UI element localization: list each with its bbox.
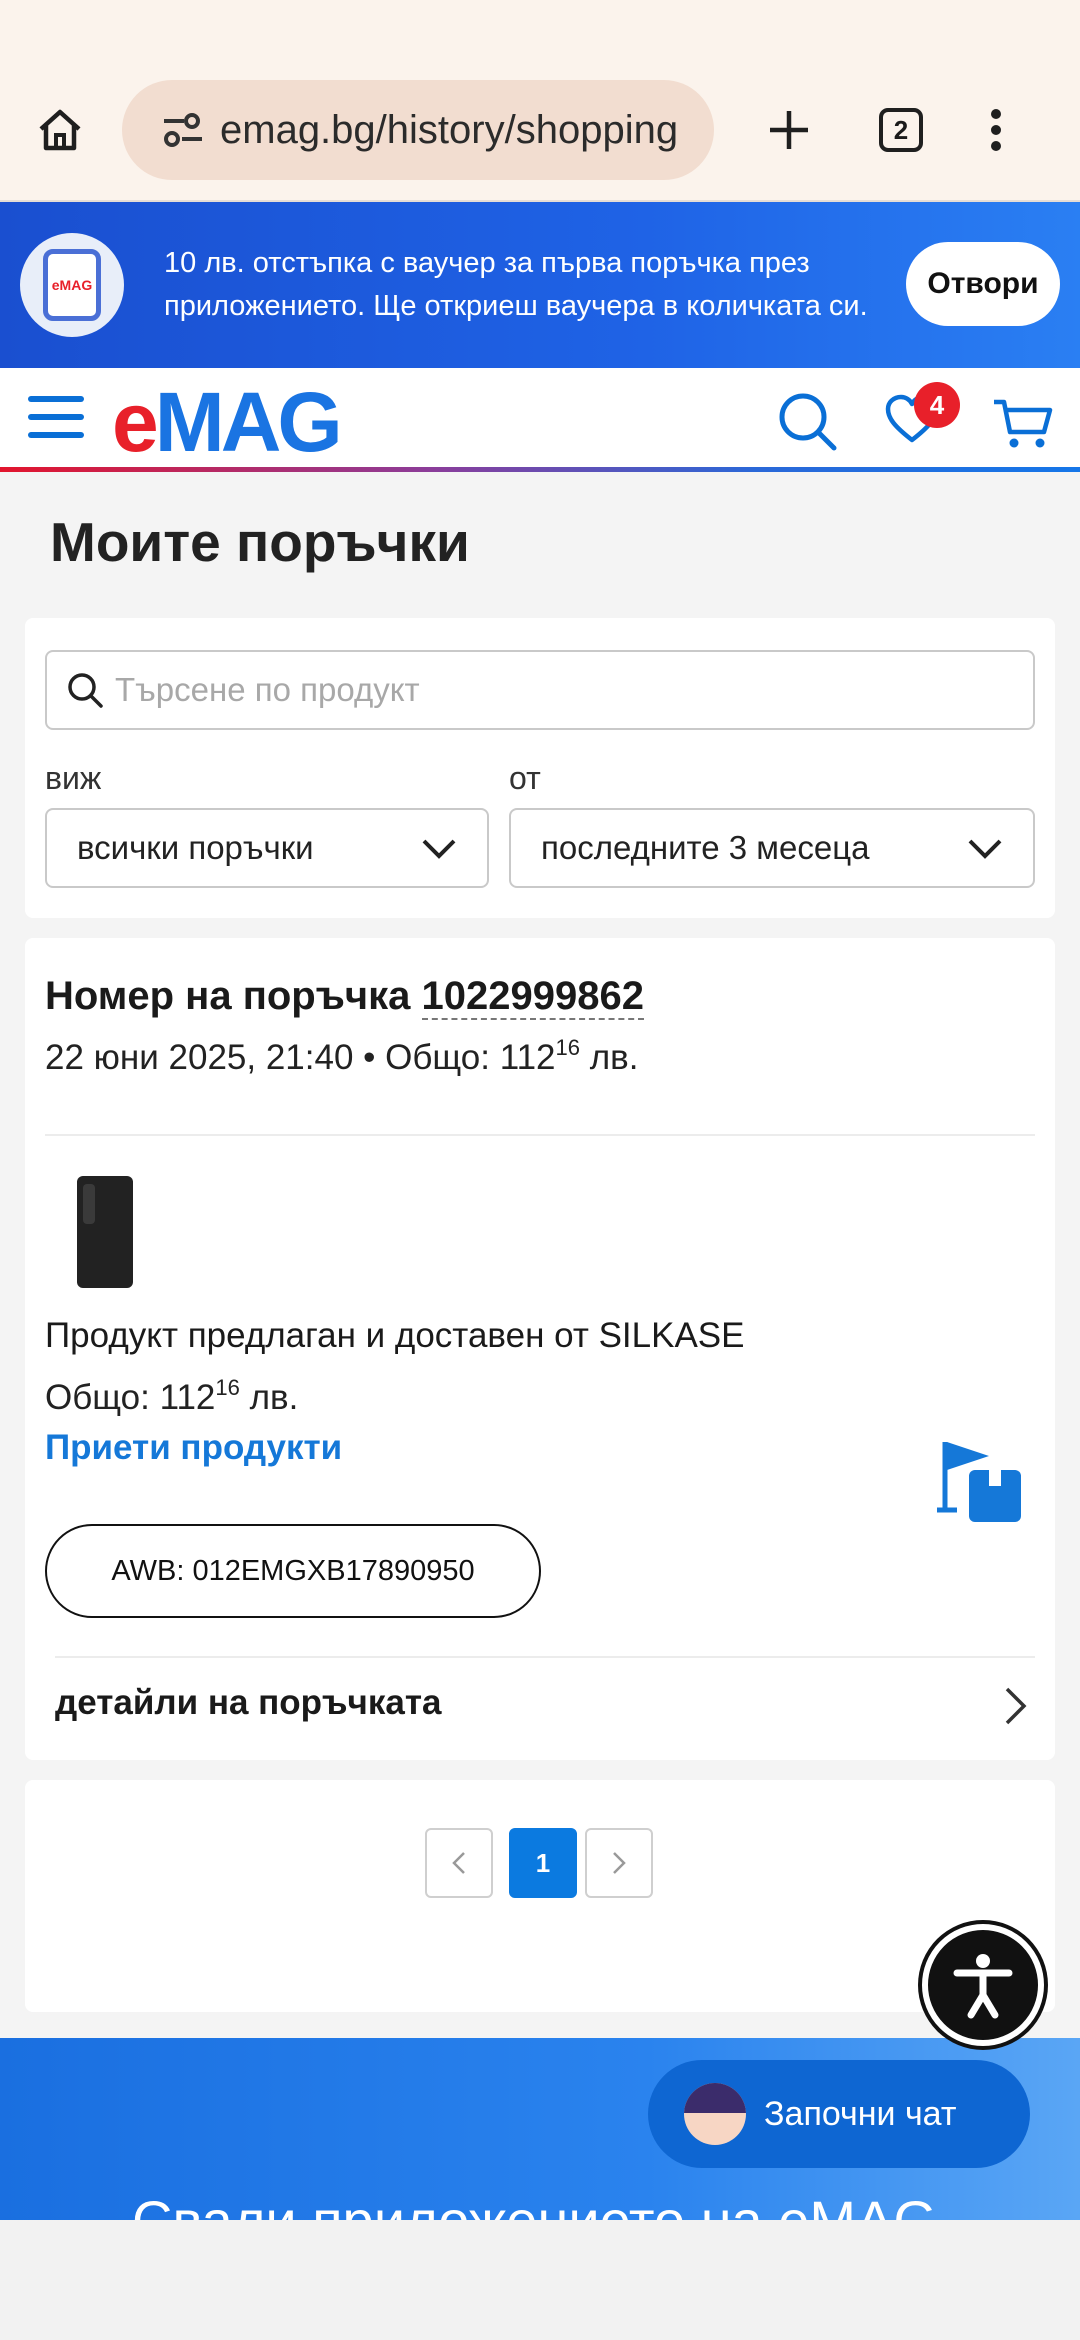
order-date: 22 юни 2025, 21:40 xyxy=(45,1038,354,1077)
order-number[interactable]: 1022999862 xyxy=(421,974,644,1020)
order-details-label: детайли на поръчката xyxy=(55,1683,442,1722)
app-banner-text: 10 лв. отстъпка с ваучер за първа поръчк… xyxy=(164,247,868,322)
divider xyxy=(45,1134,1035,1136)
order-title: Номер на поръчка 1022999862 xyxy=(45,974,644,1020)
pagination-card: 1 xyxy=(25,1780,1055,2012)
start-chat-button[interactable]: Започни чат xyxy=(648,2060,1030,2168)
home-icon[interactable] xyxy=(30,100,90,160)
view-filter-label: виж xyxy=(45,760,102,796)
chevron-right-icon xyxy=(1005,1687,1027,1725)
favorites-count-badge: 4 xyxy=(914,382,960,428)
page-title: Моите поръчки xyxy=(50,511,470,573)
footer-app-text: Свали приложението на eMAG xyxy=(132,2188,937,2220)
next-page-button[interactable] xyxy=(585,1828,653,1898)
more-menu-icon[interactable] xyxy=(976,95,1016,165)
order-subtotal: Общо: 11216 лв. xyxy=(45,1375,299,1418)
order-status-link[interactable]: Приети продукти xyxy=(45,1428,342,1468)
order-total-int: 112 xyxy=(499,1038,556,1077)
url-text: emag.bg/history/shopping xyxy=(220,107,679,152)
period-filter-label: от xyxy=(509,760,541,796)
hamburger-menu-icon[interactable] xyxy=(28,396,84,440)
product-search-input[interactable] xyxy=(115,671,1015,709)
period-filter-value: последните 3 месеца xyxy=(541,829,870,866)
address-bar[interactable]: emag.bg/history/shopping xyxy=(122,80,714,180)
search-icon[interactable] xyxy=(776,390,838,452)
app-promo-banner: eMAG 10 лв. отстъпка с ваучер за първа п… xyxy=(0,202,1080,368)
chat-agent-avatar xyxy=(684,2083,746,2145)
site-header: eMAG 4 xyxy=(0,368,1080,472)
product-thumbnail[interactable] xyxy=(77,1176,133,1288)
bottom-area xyxy=(0,2220,1080,2340)
orders-filter-card: виж всички поръчки от последните 3 месец… xyxy=(25,618,1055,918)
tab-switcher-button[interactable]: 2 xyxy=(866,95,936,165)
app-phone-icon: eMAG xyxy=(20,233,124,337)
accessibility-icon xyxy=(953,1954,1013,2019)
page-1-button[interactable]: 1 xyxy=(509,1828,577,1898)
accessibility-button[interactable] xyxy=(922,1924,1044,2046)
period-filter-select[interactable]: последните 3 месеца xyxy=(509,808,1035,888)
new-tab-icon[interactable] xyxy=(754,95,824,165)
seller-info: Продукт предлаган и доставен от SILKASE xyxy=(45,1316,745,1355)
cart-icon[interactable] xyxy=(992,396,1054,452)
chevron-left-icon xyxy=(452,1852,465,1874)
flag-package-icon xyxy=(937,1442,1021,1522)
site-settings-icon[interactable] xyxy=(162,110,204,150)
product-search-field[interactable] xyxy=(45,650,1035,730)
open-app-button[interactable]: Отвори xyxy=(906,242,1060,326)
order-card: Номер на поръчка 1022999862 22 юни 2025,… xyxy=(25,938,1055,1760)
previous-page-button[interactable] xyxy=(425,1828,493,1898)
view-filter-select[interactable]: всички поръчки xyxy=(45,808,489,888)
awb-tracking-button[interactable]: AWB: 012EMGXB17890950 xyxy=(45,1524,541,1618)
view-filter-value: всички поръчки xyxy=(77,829,314,866)
chevron-down-icon xyxy=(422,839,456,859)
tab-count: 2 xyxy=(879,108,923,152)
chevron-right-icon xyxy=(613,1852,626,1874)
browser-toolbar: emag.bg/history/shopping 2 xyxy=(0,60,1080,202)
order-details-link[interactable]: детайли на поръчката xyxy=(55,1658,1035,1748)
chat-label: Започни чат xyxy=(764,2094,957,2133)
status-bar xyxy=(0,0,1080,60)
emag-logo[interactable]: eMAG xyxy=(112,380,343,464)
search-icon xyxy=(68,673,103,708)
chevron-down-icon xyxy=(968,839,1002,859)
order-meta: 22 юни 2025, 21:40 • Общо: 11216 лв. xyxy=(45,1035,639,1078)
